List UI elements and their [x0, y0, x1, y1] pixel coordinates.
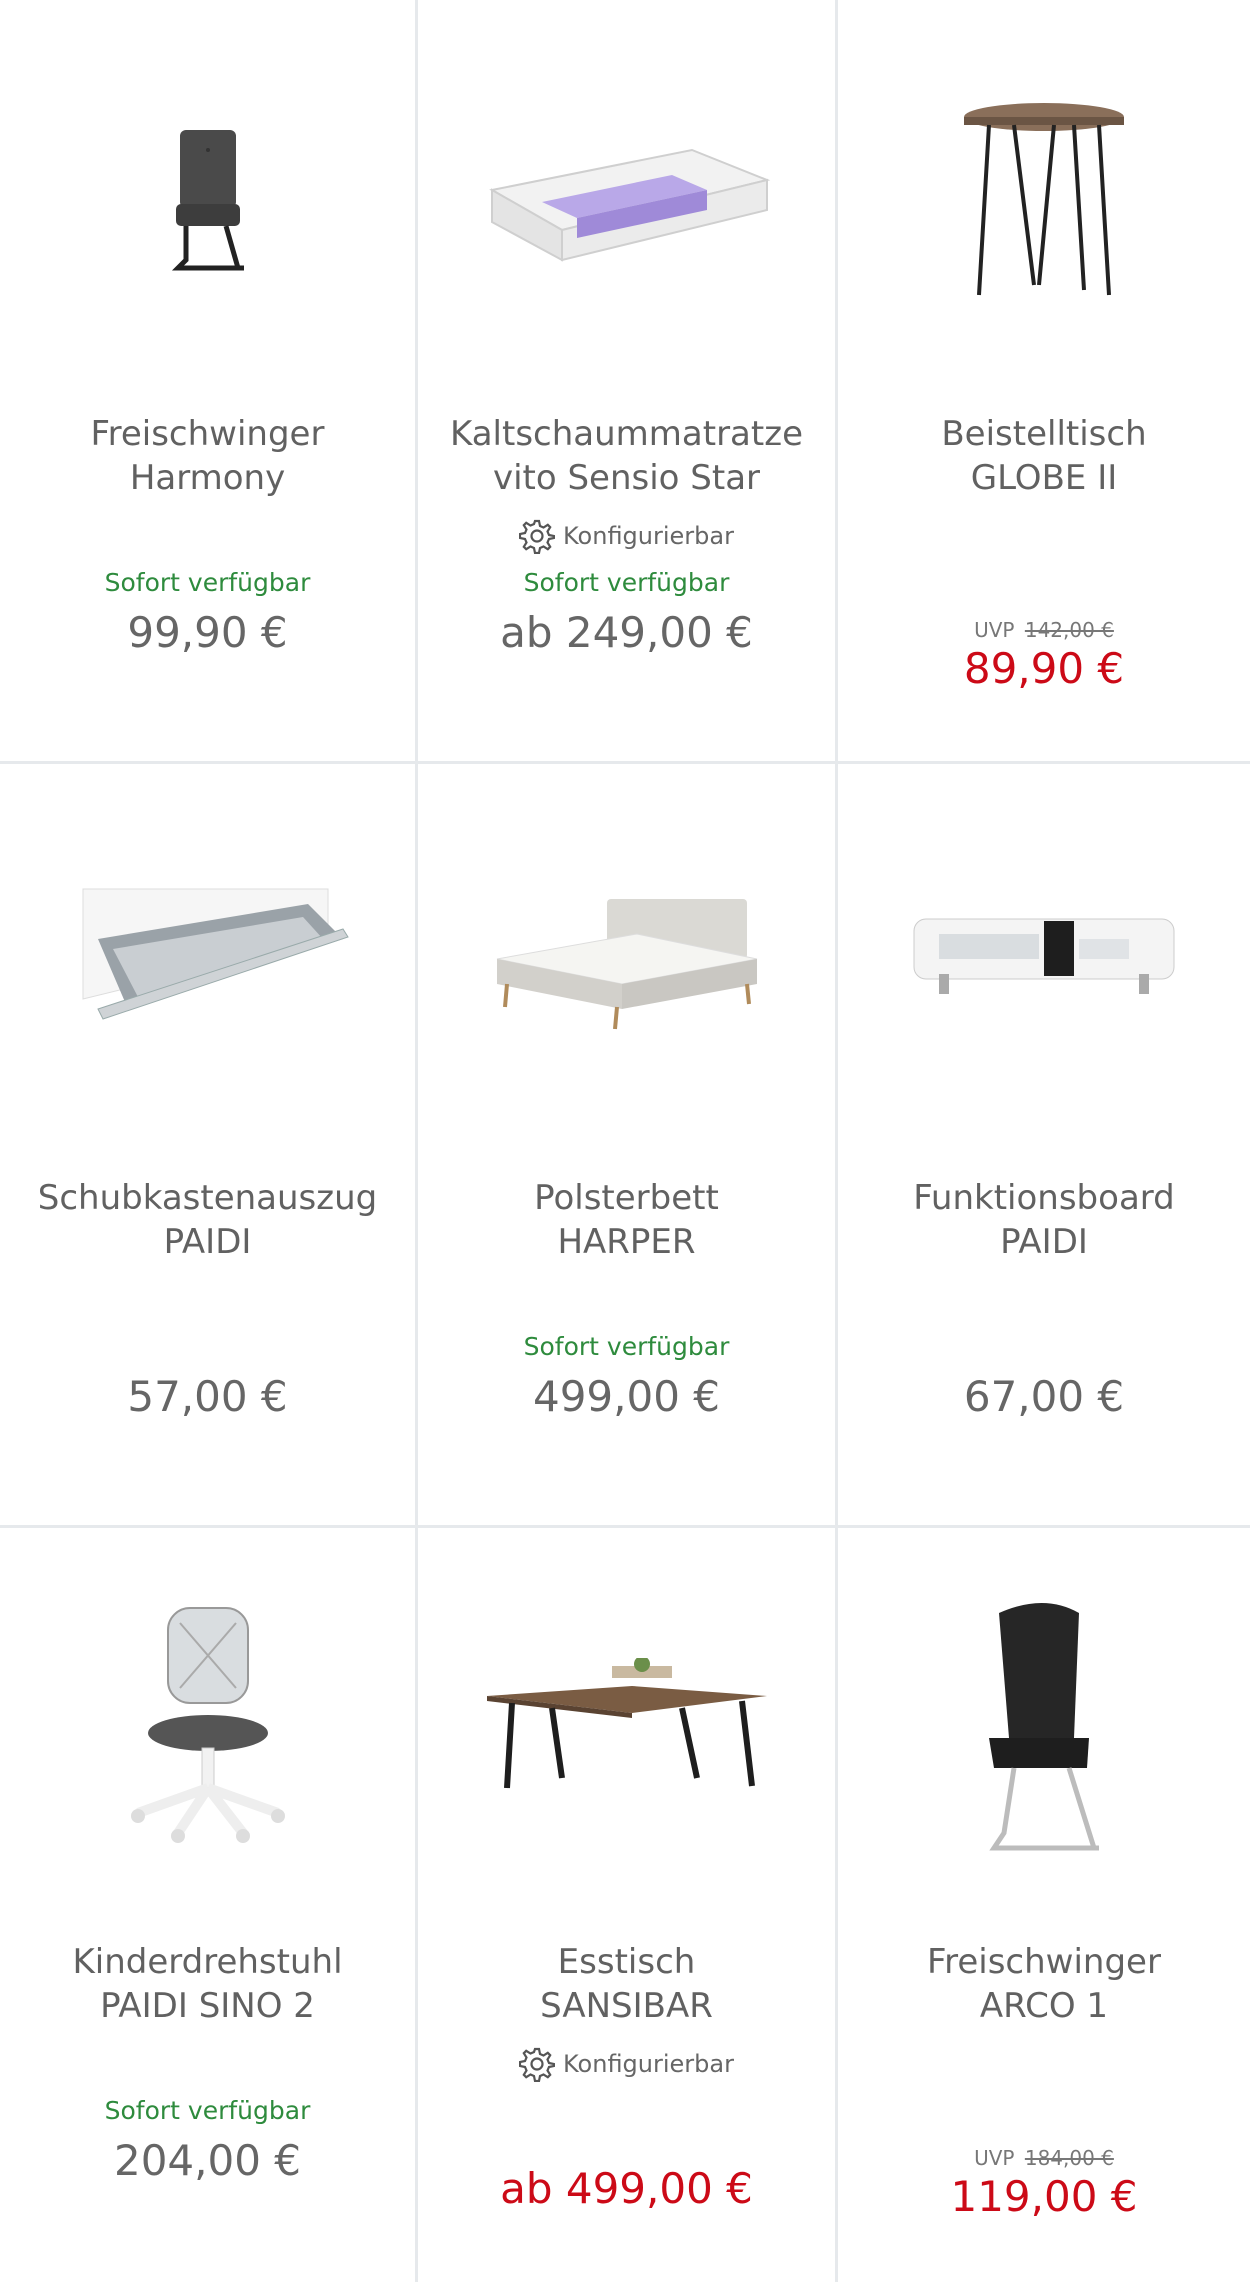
- product-title[interactable]: Funktionsboard PAIDI: [852, 1176, 1236, 1264]
- title-line-2: PAIDI SINO 2: [100, 1986, 315, 2026]
- product-image-desk-chair[interactable]: [0, 1528, 415, 1928]
- title-line-1: Esstisch: [557, 1942, 696, 1982]
- product-grid: Freischwinger Harmony Sofort verfügbar 9…: [0, 0, 1250, 2282]
- availability-label: Sofort verfügbar: [104, 2096, 311, 2125]
- sale-price: 119,00 €: [950, 2172, 1138, 2221]
- configurable-badge: Konfigurierbar: [418, 518, 835, 554]
- product-card[interactable]: Freischwinger ARCO 1 UVP 184,00 € 119,00…: [838, 1528, 1250, 2282]
- price: 67,00 €: [963, 1372, 1125, 1421]
- product-title[interactable]: Freischwinger ARCO 1: [852, 1940, 1236, 2028]
- configurable-label: Konfigurierbar: [563, 2050, 734, 2078]
- product-card[interactable]: Funktionsboard PAIDI 67,00 €: [838, 764, 1250, 1528]
- product-card[interactable]: Esstisch SANSIBAR Konfigurierbar ab 499,…: [418, 1528, 838, 2282]
- product-image-drawer[interactable]: [0, 764, 415, 1164]
- availability-label: Sofort verfügbar: [523, 1332, 730, 1361]
- title-line-2: PAIDI: [1000, 1222, 1088, 1262]
- title-line-2: Harmony: [129, 458, 286, 498]
- product-title[interactable]: Kaltschaummatratze vito Sensio Star: [432, 412, 821, 500]
- product-card[interactable]: Polsterbett HARPER Sofort verfügbar 499,…: [418, 764, 838, 1528]
- price: 204,00 €: [113, 2136, 302, 2185]
- availability-label: Sofort verfügbar: [104, 568, 311, 597]
- price: ab 249,00 €: [500, 608, 753, 657]
- product-image-bed[interactable]: [418, 764, 835, 1164]
- title-line-2: vito Sensio Star: [492, 458, 761, 498]
- product-image-side-table[interactable]: [838, 0, 1250, 400]
- price: 499,00 €: [532, 1372, 721, 1421]
- product-card[interactable]: Kinderdrehstuhl PAIDI SINO 2 Sofort verf…: [0, 1528, 418, 2282]
- price: 57,00 €: [127, 1372, 288, 1421]
- product-image-chair[interactable]: [0, 0, 415, 400]
- title-line-2: SANSIBAR: [540, 1986, 713, 2026]
- availability-label: Sofort verfügbar: [523, 568, 730, 597]
- product-title[interactable]: Schubkastenauszug PAIDI: [14, 1176, 401, 1264]
- title-line-1: Beistelltisch: [941, 414, 1147, 454]
- uvp-price: UVP 142,00 €: [838, 618, 1250, 642]
- uvp-label: UVP: [974, 2146, 1015, 2170]
- product-image-mattress[interactable]: [418, 0, 835, 400]
- product-title[interactable]: Kinderdrehstuhl PAIDI SINO 2: [14, 1940, 401, 2028]
- sale-price: 89,90 €: [963, 644, 1125, 693]
- product-card[interactable]: Beistelltisch GLOBE II UVP 142,00 € 89,9…: [838, 0, 1250, 764]
- uvp-old-price: 184,00 €: [1024, 2146, 1114, 2170]
- product-title[interactable]: Beistelltisch GLOBE II: [852, 412, 1236, 500]
- sale-price: ab 499,00 €: [500, 2164, 753, 2213]
- configurable-badge: Konfigurierbar: [418, 2046, 835, 2082]
- product-title[interactable]: Polsterbett HARPER: [432, 1176, 821, 1264]
- title-line-2: HARPER: [557, 1222, 696, 1262]
- gear-icon: [519, 2047, 555, 2082]
- product-card[interactable]: Kaltschaummatratze vito Sensio Star Konf…: [418, 0, 838, 764]
- product-title[interactable]: Freischwinger Harmony: [14, 412, 401, 500]
- title-line-1: Freischwinger: [927, 1942, 1161, 1982]
- title-line-1: Polsterbett: [534, 1178, 719, 1218]
- title-line-1: Kaltschaummatratze: [450, 414, 803, 454]
- price: 99,90 €: [127, 608, 288, 657]
- title-line-2: PAIDI: [163, 1222, 252, 1262]
- product-image-dining-table[interactable]: [418, 1528, 835, 1928]
- configurable-label: Konfigurierbar: [563, 522, 734, 550]
- title-line-1: Schubkastenauszug: [37, 1178, 378, 1218]
- uvp-old-price: 142,00 €: [1024, 618, 1114, 642]
- title-line-1: Kinderdrehstuhl: [72, 1942, 343, 1982]
- title-line-2: ARCO 1: [979, 1986, 1109, 2026]
- title-line-2: GLOBE II: [970, 458, 1118, 498]
- product-card[interactable]: Schubkastenauszug PAIDI 57,00 €: [0, 764, 418, 1528]
- title-line-1: Freischwinger: [90, 414, 325, 454]
- product-image-chair[interactable]: [838, 1528, 1250, 1928]
- uvp-label: UVP: [974, 618, 1015, 642]
- product-title[interactable]: Esstisch SANSIBAR: [432, 1940, 821, 2028]
- product-image-shelf-board[interactable]: [838, 764, 1250, 1164]
- product-card[interactable]: Freischwinger Harmony Sofort verfügbar 9…: [0, 0, 418, 764]
- title-line-1: Funktionsboard: [913, 1178, 1175, 1218]
- gear-icon: [519, 519, 555, 554]
- uvp-price: UVP 184,00 €: [838, 2146, 1250, 2170]
